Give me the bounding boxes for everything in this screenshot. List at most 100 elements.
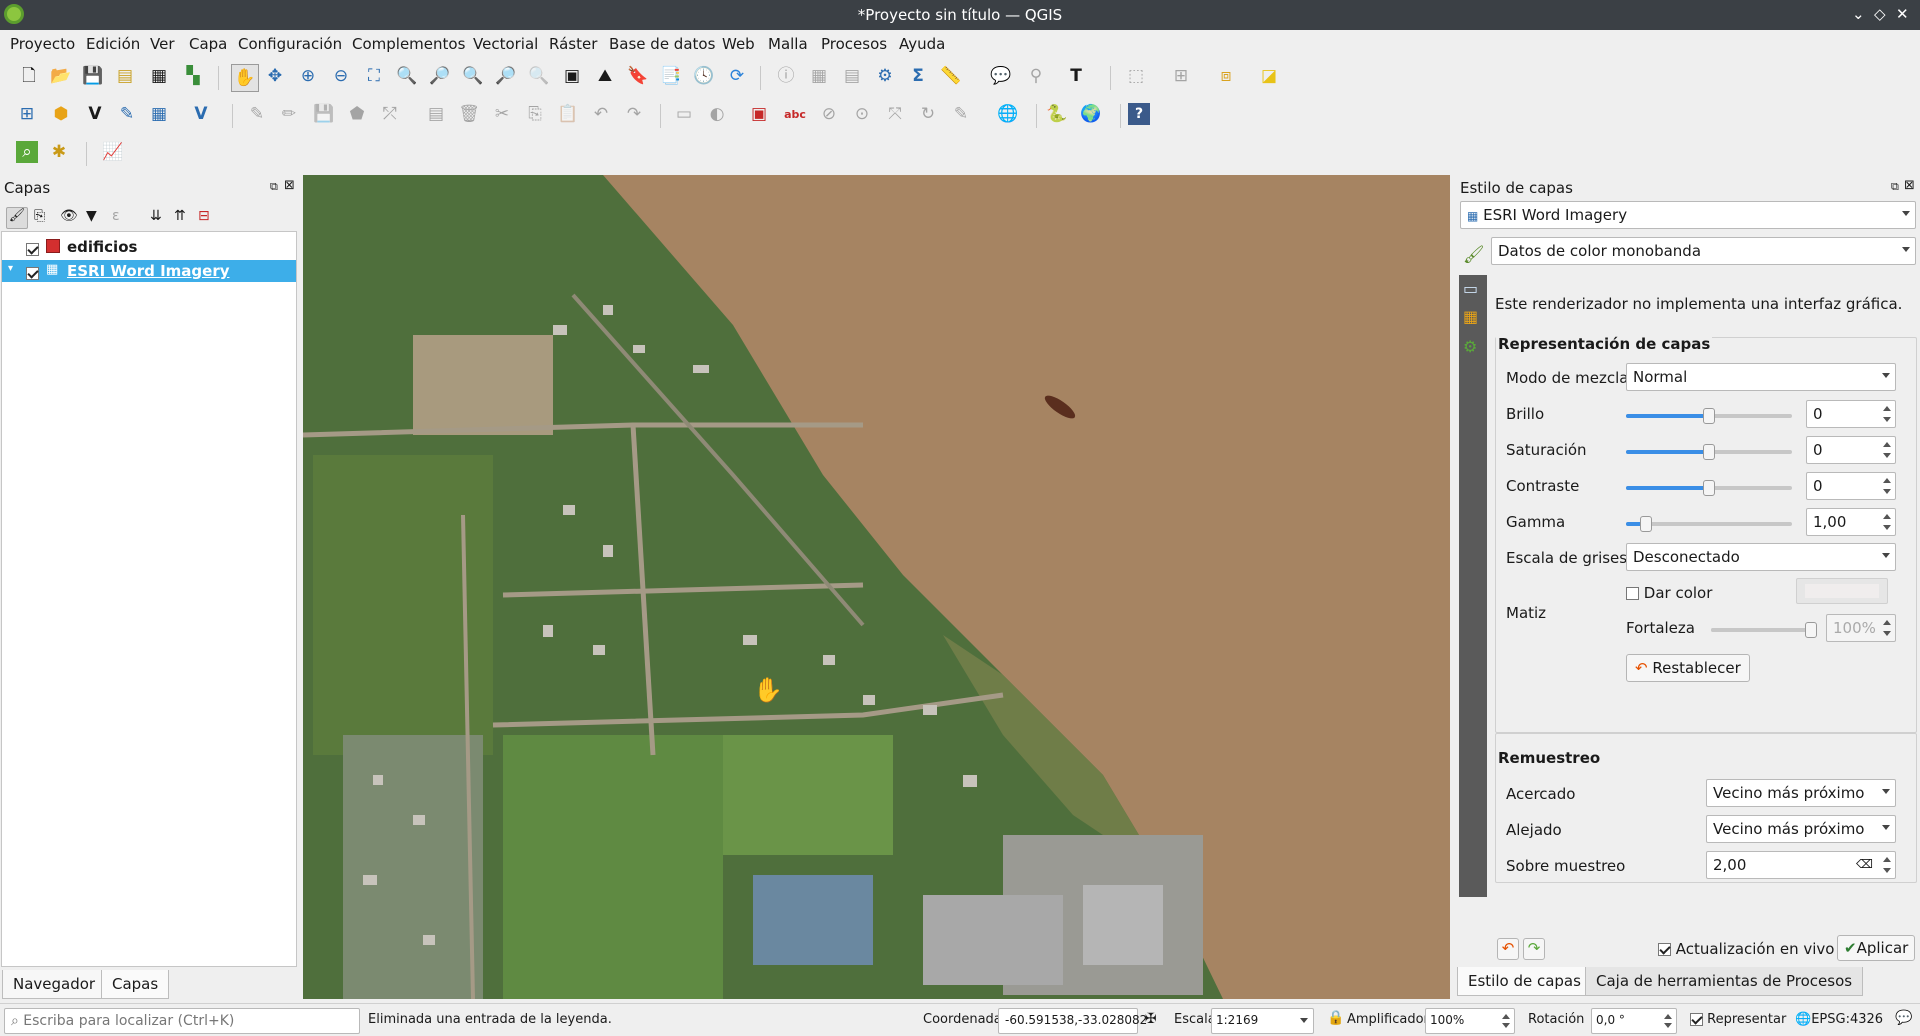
tab-estilo-de-capas[interactable]: Estilo de capas <box>1457 967 1592 996</box>
add-virtual-layer-icon[interactable]: V <box>190 103 212 125</box>
blend-mode-dropdown[interactable]: Normal <box>1626 363 1896 391</box>
lock-scale-icon[interactable]: 🔒 <box>1327 1010 1344 1026</box>
oversampling-spinbox[interactable]: 2,00 ⌫ <box>1706 851 1896 879</box>
new-bookmark-icon[interactable]: 🔖 <box>627 65 649 87</box>
undo-style-icon[interactable]: ↶ <box>1497 938 1519 960</box>
minimize-icon[interactable]: ⌄ <box>1852 5 1865 23</box>
strength-slider[interactable] <box>1711 622 1817 638</box>
zoom-native-icon[interactable]: 🔍 <box>462 65 484 87</box>
menu-proyecto[interactable]: Proyecto <box>10 35 75 53</box>
panel-float-icon[interactable]: ⧉ <box>1891 180 1899 194</box>
identify-features-icon[interactable]: ⓘ <box>775 65 797 87</box>
collapse-all-icon[interactable]: ⇈ <box>174 208 186 224</box>
layer-select-dropdown[interactable]: ▦ ESRI Word Imagery <box>1460 201 1916 229</box>
menu-capa[interactable]: Capa <box>189 35 227 53</box>
label-toolbar-icon[interactable]: ▭ <box>673 103 695 125</box>
pan-hand-icon[interactable]: ✋ <box>231 64 259 92</box>
temporal-controller-icon[interactable]: 🕓 <box>693 65 715 87</box>
layer-item-edificios[interactable]: edificios <box>2 236 296 258</box>
cut-features-icon[interactable]: ✂ <box>491 103 513 125</box>
saturation-spinbox[interactable]: 0 <box>1806 436 1896 464</box>
messages-icon[interactable]: 💬 <box>1895 1010 1912 1026</box>
pin-labels-icon[interactable]: ⊘ <box>818 103 840 125</box>
spatial-bookmark-icon[interactable]: ⚲ <box>1025 65 1047 87</box>
menu-web[interactable]: Web <box>722 35 755 53</box>
panel-close-icon[interactable]: ⊠ <box>1904 178 1915 193</box>
select-by-value-icon[interactable]: ⊞ <box>1170 65 1192 87</box>
render-checkbox[interactable] <box>1690 1013 1703 1026</box>
save-edits-icon[interactable]: 💾 <box>313 103 335 125</box>
colorize-checkbox-row[interactable]: Dar color <box>1626 584 1712 602</box>
field-calculator-icon[interactable]: ▤ <box>841 65 863 87</box>
zoomed-out-dropdown[interactable]: Vecino más próximo <box>1706 815 1896 843</box>
new-print-layout-icon[interactable]: ▤ <box>114 65 136 87</box>
zoom-next-icon[interactable]: 🔍 <box>528 65 550 87</box>
menu-configuracion[interactable]: Configuración <box>238 35 342 53</box>
panel-close-icon[interactable]: ⊠ <box>284 178 295 193</box>
new-project-icon[interactable]: 🗋 <box>18 65 40 87</box>
contrast-slider[interactable] <box>1626 480 1792 496</box>
abc-label-icon[interactable]: abc <box>784 103 806 125</box>
brightness-slider[interactable] <box>1626 408 1792 424</box>
filter-expression-icon[interactable]: ε <box>112 208 120 224</box>
digitize-icon[interactable]: ✎ <box>116 103 138 125</box>
new-map-view-icon[interactable]: ▣ <box>561 65 583 87</box>
save-project-icon[interactable]: 💾 <box>82 65 104 87</box>
processing-toolbox-icon[interactable]: ⚙ <box>874 65 896 87</box>
open-styling-icon[interactable]: 🖌 <box>6 207 28 229</box>
menu-raster[interactable]: Ráster <box>549 35 597 53</box>
histogram-tab-icon[interactable]: ▦ <box>1463 307 1478 326</box>
layout-manager-icon[interactable]: ▦ <box>148 65 170 87</box>
zoom-layer-icon[interactable]: 🔎 <box>429 65 451 87</box>
add-feature-icon[interactable]: ⬟ <box>346 103 368 125</box>
clear-icon[interactable]: ⌫ <box>1856 857 1873 871</box>
select-features-icon[interactable]: ⬚ <box>1125 65 1147 87</box>
expand-arrow-icon[interactable]: ▾ <box>8 263 13 274</box>
map-canvas[interactable]: ✋ <box>303 175 1450 999</box>
globe-plugin-icon[interactable]: 🌍 <box>1080 103 1102 125</box>
maximize-icon[interactable]: ◇ <box>1874 5 1886 23</box>
deselect-features-icon[interactable]: ⧈ <box>1215 65 1237 87</box>
apply-button[interactable]: ✔Aplicar <box>1837 935 1916 961</box>
layer-item-esri-imagery[interactable]: ▾ ▦ ESRI Word Imagery <box>2 260 296 282</box>
zoom-out-icon[interactable]: ⊖ <box>330 65 352 87</box>
menu-malla[interactable]: Malla <box>768 35 808 53</box>
statistics-sigma-icon[interactable]: Σ <box>907 65 929 87</box>
renderer-type-dropdown[interactable]: Datos de color monobanda <box>1491 237 1916 265</box>
show-hide-labels-icon[interactable]: ⊙ <box>851 103 873 125</box>
panel-float-icon[interactable]: ⧉ <box>270 180 278 194</box>
contrast-spinbox[interactable]: 0 <box>1806 472 1896 500</box>
symbology-brush-icon[interactable]: 🖌 <box>1463 245 1485 265</box>
saturation-slider[interactable] <box>1626 444 1792 460</box>
add-vector-icon[interactable]: V <box>84 103 106 125</box>
add-mesh-icon[interactable]: ▦ <box>148 103 170 125</box>
modify-attributes-icon[interactable]: ▤ <box>425 103 447 125</box>
text-annotation-icon[interactable]: T <box>1065 65 1087 87</box>
data-source-manager-icon[interactable]: ⊞ <box>16 103 38 125</box>
zoomed-in-dropdown[interactable]: Vecino más próximo <box>1706 779 1896 807</box>
menu-vectorial[interactable]: Vectorial <box>473 35 538 53</box>
vertex-tool-icon[interactable]: ⤱ <box>379 103 401 125</box>
plugin-globe-icon[interactable]: 🌐 <box>997 103 1019 125</box>
expand-all-icon[interactable]: ⇊ <box>150 208 162 224</box>
tab-caja-herramientas[interactable]: Caja de herramientas de Procesos <box>1585 967 1864 996</box>
map-tips-icon[interactable]: 💬 <box>990 65 1012 87</box>
georeferencer-icon[interactable]: ✱ <box>48 141 70 163</box>
style-manager-icon[interactable]: ▚ <box>182 65 204 87</box>
zoom-last-icon[interactable]: 🔎 <box>495 65 517 87</box>
python-console-icon[interactable]: 🐍 <box>1046 103 1068 125</box>
remove-layer-icon[interactable]: ⊟ <box>198 208 210 224</box>
rotate-label-icon[interactable]: ↻ <box>917 103 939 125</box>
add-group-icon[interactable]: ⎘ <box>34 208 45 224</box>
profile-chart-icon[interactable]: 📈 <box>102 141 124 163</box>
paste-features-icon[interactable]: 📋 <box>557 103 579 125</box>
brightness-spinbox[interactable]: 0 <box>1806 400 1896 428</box>
toggle-editing-icon[interactable]: ✏ <box>278 103 300 125</box>
open-project-icon[interactable]: 📂 <box>50 65 72 87</box>
zoom-selection-icon[interactable]: 🔍 <box>396 65 418 87</box>
crs-button[interactable]: 🌐EPSG:4326 <box>1795 1012 1883 1027</box>
magnifier-spinbox[interactable]: 100% <box>1425 1008 1515 1034</box>
redo-style-icon[interactable]: ↷ <box>1523 938 1545 960</box>
undo-icon[interactable]: ↶ <box>590 103 612 125</box>
copy-features-icon[interactable]: ⎘ <box>524 103 546 125</box>
